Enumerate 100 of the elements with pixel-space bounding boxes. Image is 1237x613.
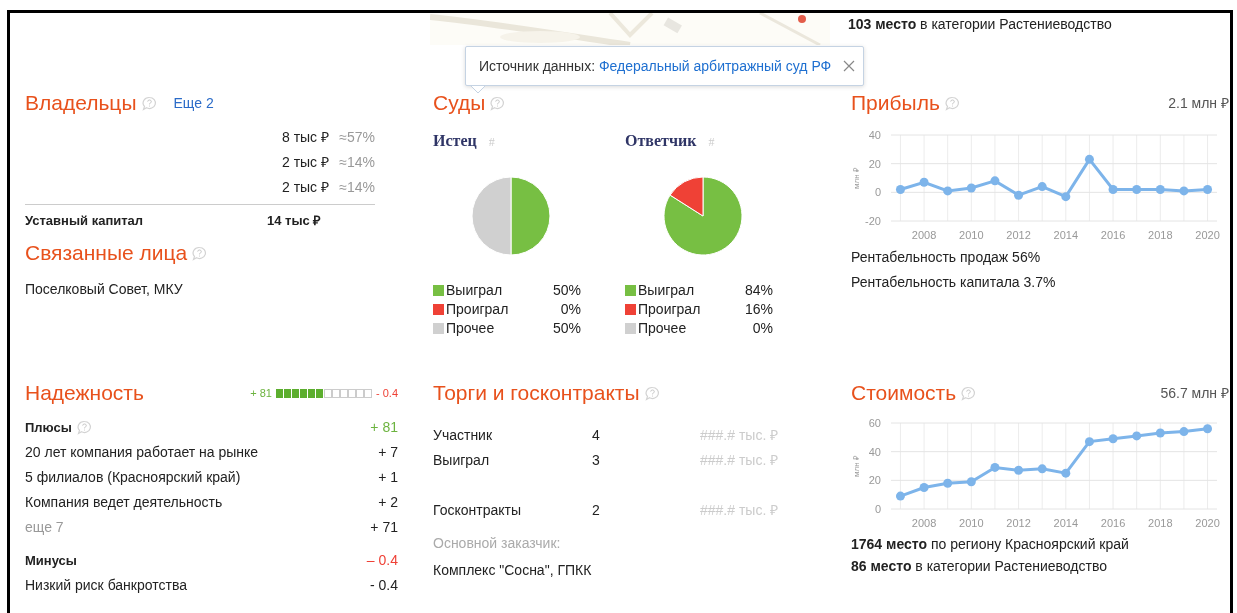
group-title: Плюсы [25, 418, 72, 437]
data-point [943, 478, 953, 488]
close-icon[interactable] [843, 60, 856, 72]
owner-amount: 8 тыс ₽ [281, 128, 329, 147]
data-point [1203, 184, 1213, 194]
data-point [1061, 192, 1071, 202]
axis-label: 0 [874, 186, 881, 199]
rank-text: 103 место в категории Растениеводство [848, 15, 1112, 34]
section-title: Владельцы [25, 91, 137, 115]
legend-label: Проиграл [446, 300, 510, 319]
party-title: Истец [433, 131, 477, 151]
axis-label: 2014 [1053, 517, 1079, 529]
data-point [943, 186, 953, 196]
axis-label: 2008 [911, 229, 937, 241]
tender-label: Госконтракты [433, 501, 522, 520]
data-point [990, 462, 1000, 472]
section-title: Прибыль [851, 91, 940, 115]
legend-value: 50% [552, 281, 581, 300]
owner-share: ≈14% [338, 153, 375, 172]
help-icon[interactable] [943, 95, 961, 111]
owner-share: ≈14% [338, 178, 375, 197]
data-point [1061, 468, 1071, 478]
axis-label: 40 [868, 445, 881, 458]
data-point [919, 483, 929, 492]
profit-value: 2.1 млн ₽ [1168, 93, 1229, 113]
axis-label: -20 [865, 215, 881, 227]
axis-label: 20 [868, 474, 881, 487]
data-point [966, 183, 976, 193]
factor-value: + 2 [378, 493, 398, 512]
data-point [895, 184, 905, 194]
axis-label: 60 [868, 417, 881, 429]
data-point [1132, 184, 1142, 194]
axis-title: млн ₽ [852, 167, 861, 189]
axis-label: 2012 [1006, 517, 1031, 529]
data-point [1108, 184, 1118, 194]
party-title: Ответчик [625, 131, 697, 151]
axis-label: 20 [868, 157, 881, 170]
rank-text: 86 место в категории Растениеводство [851, 557, 1108, 576]
tender-count: 3 [592, 451, 601, 470]
axis-label: 2008 [911, 517, 937, 529]
customer-text: Комплекс "Сосна", ГПКК [433, 561, 593, 580]
tender-label: Участник [433, 426, 494, 445]
data-point [1203, 424, 1213, 434]
related-text: Поселковый Совет, МКУ [25, 280, 184, 299]
factor-value: + 1 [378, 468, 398, 487]
group-total: – 0.4 [366, 551, 398, 570]
section-title: Суды [433, 91, 486, 115]
ratio-text: Рентабельность продаж 56% [851, 248, 1042, 267]
axis-title: млн ₽ [852, 455, 861, 477]
factor-label: Компания ведет деятельность [25, 493, 223, 512]
tender-label: Выиграл [433, 451, 491, 470]
legend-label: Выиграл [638, 281, 696, 300]
help-icon[interactable] [489, 95, 507, 111]
data-point [1014, 190, 1024, 200]
legend-value: 0% [560, 300, 581, 319]
data-point [1132, 431, 1142, 441]
help-icon[interactable] [140, 95, 158, 111]
tender-count: 4 [592, 426, 601, 445]
factor-label[interactable]: еще 7 [25, 517, 64, 538]
data-point [966, 477, 976, 487]
axis-label: 2012 [1006, 229, 1031, 241]
ratio-text: Рентабельность капитала 3.7% [851, 273, 1057, 292]
hash-icon: # [488, 133, 495, 151]
axis-label: 2010 [959, 229, 984, 241]
owner-share: ≈57% [338, 128, 375, 147]
data-point [1037, 182, 1047, 192]
data-point [1014, 465, 1024, 475]
legend-value: 50% [552, 319, 581, 338]
axis-label: 2014 [1053, 229, 1079, 241]
data-point [1155, 428, 1165, 438]
source-link[interactable]: Федеральный арбитражный суд РФ [598, 57, 832, 74]
data-point [1155, 184, 1165, 194]
data-point [1179, 427, 1189, 437]
factor-label: 20 лет компания работает на рынке [25, 443, 259, 462]
legend-label: Прочее [446, 319, 496, 338]
section-title: Связанные лица [25, 241, 188, 265]
section-title: Стоимость [851, 381, 957, 405]
help-icon[interactable] [191, 245, 209, 261]
help-icon[interactable] [643, 385, 661, 401]
source-text: Источник данных: Федеральный арбитражный суд РФ [479, 56, 832, 76]
axis-label: 0 [874, 503, 881, 515]
section-title: Торги и госконтракты [433, 381, 640, 405]
legend-label: Проиграл [638, 300, 702, 319]
legend-label: Выиграл [446, 281, 504, 300]
data-point [1084, 437, 1094, 447]
data-point [990, 176, 1000, 186]
capital-label: Уставный капитал [25, 212, 145, 231]
plus-score: + 81 [250, 385, 272, 401]
more-link[interactable]: Еще 2 [173, 92, 214, 114]
factor-value: - 0.4 [370, 576, 398, 595]
rank-text: 1764 место по региону Красноярский край [851, 535, 1130, 554]
axis-label: 2020 [1195, 517, 1220, 529]
factor-label: Низкий риск банкротства [25, 576, 187, 595]
axis-label: 40 [868, 129, 881, 141]
data-point [895, 491, 905, 501]
section-title: Надежность [25, 381, 144, 405]
help-icon[interactable] [75, 420, 93, 435]
company-value: 56.7 млн ₽ [1160, 383, 1229, 403]
axis-label: 2018 [1148, 517, 1173, 529]
help-icon[interactable] [960, 385, 978, 401]
